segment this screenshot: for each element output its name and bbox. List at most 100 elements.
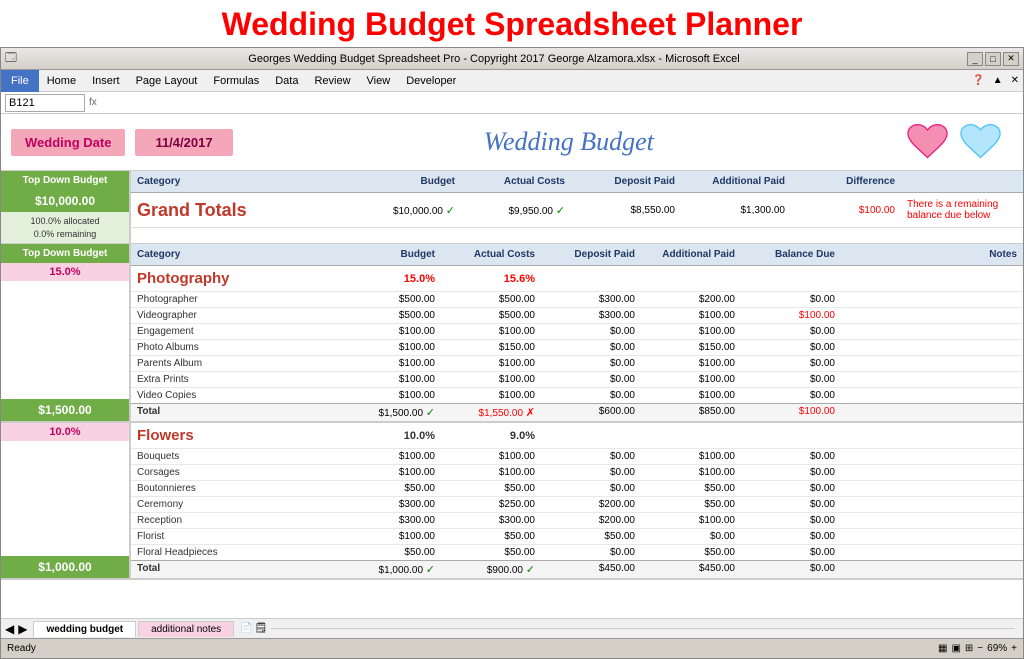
photo-row-5: Parents Album $100.00 $100.00 $0.00 $100… — [131, 355, 1023, 371]
menu-formulas[interactable]: Formulas — [205, 73, 267, 89]
zoom-level: 69% — [987, 643, 1007, 654]
flowers-row-6: Florist $100.00 $50.00 $50.00 $0.00 $0.0… — [131, 528, 1023, 544]
photography-name: Photography — [131, 270, 351, 287]
status-right: ▦ ▣ ⊞ − 69% + — [938, 643, 1017, 654]
flowers-row-7: Floral Headpieces $50.00 $50.00 $0.00 $5… — [131, 544, 1023, 560]
zoom-in-button[interactable]: + — [1011, 643, 1017, 654]
grand-totals-section: Top Down Budget $10,000.00 100.0% alloca… — [1, 170, 1023, 244]
header-deposit: Deposit Paid — [571, 174, 681, 189]
minimize-button[interactable]: _ — [967, 52, 983, 66]
header-notes — [901, 174, 1023, 189]
menu-file[interactable]: File — [1, 70, 39, 92]
flowers-row-2: Corsages $100.00 $100.00 $0.00 $100.00 $… — [131, 464, 1023, 480]
grand-difference-cell: $100.00 — [791, 203, 901, 218]
tab-wedding-budget[interactable]: wedding budget — [33, 621, 136, 637]
view-break-icon[interactable]: ⊞ — [965, 643, 973, 654]
menu-developer[interactable]: Developer — [398, 73, 464, 89]
photo-row-7: Video Copies $100.00 $100.00 $0.00 $100.… — [131, 387, 1023, 403]
ph-cat-header: Category — [131, 247, 351, 262]
flowers-row-4: Ceremony $300.00 $250.00 $200.00 $50.00 … — [131, 496, 1023, 512]
title-bar: 🗔 Georges Wedding Budget Spreadsheet Pro… — [1, 48, 1023, 70]
view-layout-icon[interactable]: ▣ — [951, 643, 960, 654]
ph-actual-header: Actual Costs — [441, 247, 541, 262]
photography-sidebar: Top Down Budget 15.0% $1,500.00 — [1, 244, 131, 421]
menu-page-layout[interactable]: Page Layout — [128, 73, 206, 89]
ph-additional-header: Additional Paid — [641, 247, 741, 262]
flowers-total: Total $1,000.00 ✓ $900.00 ✓ $450.00 $450… — [131, 560, 1023, 578]
actual-checkmark: ✓ — [556, 205, 565, 217]
photo-top-down-label: Top Down Budget — [1, 244, 129, 263]
photography-content: Category Budget Actual Costs Deposit Pai… — [131, 244, 1023, 421]
maximize-button[interactable]: □ — [985, 52, 1001, 66]
minimize-ribbon-icon[interactable]: ▲ — [989, 75, 1007, 86]
hearts — [905, 122, 1003, 162]
photo-row-6: Extra Prints $100.00 $100.00 $0.00 $100.… — [131, 371, 1023, 387]
excel-window: 🗔 Georges Wedding Budget Spreadsheet Pro… — [0, 47, 1024, 659]
tab-nav-right[interactable]: ▶ — [18, 622, 27, 636]
menu-bar: File Home Insert Page Layout Formulas Da… — [1, 70, 1023, 92]
flowers-sidebar-value: $1,000.00 — [1, 556, 129, 578]
view-normal-icon[interactable]: ▦ — [938, 643, 947, 654]
flowers-sidebar: 10.0% $1,000.00 — [1, 423, 131, 578]
menu-insert[interactable]: Insert — [84, 73, 128, 89]
ph-notes-header: Notes — [841, 247, 1023, 262]
sidebar-top-down-label: Top Down Budget — [1, 171, 129, 190]
flowers-name: Flowers — [131, 427, 351, 444]
status-text: Ready — [7, 643, 36, 654]
sidebar-budget-value: $10,000.00 — [1, 190, 129, 212]
flowers-actual-pct: 9.0% — [441, 430, 541, 442]
header-additional: Additional Paid — [681, 174, 791, 189]
title-bar-text: Georges Wedding Budget Spreadsheet Pro -… — [21, 53, 967, 65]
tab-extra-icon[interactable]: 🗒 — [255, 623, 268, 634]
grand-totals-label: Grand Totals — [131, 200, 351, 221]
status-bar: Ready ▦ ▣ ⊞ − 69% + — [1, 638, 1023, 658]
flowers-budget-pct: 10.0% — [351, 430, 441, 442]
sheet-content[interactable]: Wedding Date 11/4/2017 Wedding Budget To… — [1, 114, 1023, 618]
photography-title-row: Photography 15.0% 15.6% — [131, 266, 1023, 291]
zoom-out-button[interactable]: − — [977, 643, 983, 654]
tab-add-icon[interactable]: 📄 — [240, 623, 252, 634]
flowers-content: Flowers 10.0% 9.0% Bouquets $100.00 $100… — [131, 423, 1023, 578]
main-title: Wedding Budget Spreadsheet Planner — [0, 0, 1024, 47]
help-icon[interactable]: ❓ — [968, 75, 988, 86]
grand-totals-content: Category Budget Actual Costs Deposit Pai… — [131, 171, 1023, 243]
menu-data[interactable]: Data — [267, 73, 306, 89]
tab-nav-left[interactable]: ◀ — [5, 622, 14, 636]
menu-review[interactable]: Review — [306, 73, 358, 89]
photo-actual-pct: 15.6% — [441, 273, 541, 285]
flowers-title-row: Flowers 10.0% 9.0% — [131, 423, 1023, 448]
grand-additional-cell: $1,300.00 — [681, 203, 791, 218]
sheet-tabs: ◀ ▶ wedding budget additional notes 📄 🗒 — [1, 618, 1023, 638]
photo-row-2: Videographer $500.00 $500.00 $300.00 $10… — [131, 307, 1023, 323]
menu-home[interactable]: Home — [39, 73, 84, 89]
photo-row-1: Photographer $500.00 $500.00 $300.00 $20… — [131, 291, 1023, 307]
close-ribbon-icon[interactable]: ✕ — [1007, 75, 1023, 86]
ph-deposit-header: Deposit Paid — [541, 247, 641, 262]
formula-icon: fx — [89, 97, 97, 108]
wedding-date-row: Wedding Date 11/4/2017 Wedding Budget — [1, 114, 1023, 170]
header-actual: Actual Costs — [461, 174, 571, 189]
flowers-row-3: Boutonnieres $50.00 $50.00 $0.00 $50.00 … — [131, 480, 1023, 496]
sidebar-allocated: 100.0% allocated 0.0% remaining — [1, 212, 129, 243]
grand-totals-row: Grand Totals $10,000.00 ✓ $9,950.00 ✓ $8… — [131, 193, 1023, 228]
photo-sidebar-value: $1,500.00 — [1, 399, 129, 421]
name-box[interactable] — [5, 94, 85, 112]
grand-budget-cell: $10,000.00 ✓ — [351, 202, 461, 219]
photo-headers: Category Budget Actual Costs Deposit Pai… — [131, 244, 1023, 266]
wedding-date-value: 11/4/2017 — [135, 129, 232, 156]
ph-balance-header: Balance Due — [741, 247, 841, 262]
menu-view[interactable]: View — [359, 73, 399, 89]
grand-totals-headers: Category Budget Actual Costs Deposit Pai… — [131, 171, 1023, 193]
wedding-budget-title: Wedding Budget — [243, 127, 895, 157]
photo-sidebar-percent: 15.0% — [1, 263, 129, 281]
heart-icon-2 — [958, 122, 1003, 162]
tab-additional-notes[interactable]: additional notes — [138, 621, 234, 637]
ph-budget-header: Budget — [351, 247, 441, 262]
header-difference: Difference — [791, 174, 901, 189]
grand-deposit-cell: $8,550.00 — [571, 203, 681, 218]
title-bar-buttons: _ □ ✕ — [967, 52, 1019, 66]
grand-actual-cell: $9,950.00 ✓ — [461, 202, 571, 219]
formula-input[interactable] — [101, 96, 1019, 110]
close-button[interactable]: ✕ — [1003, 52, 1019, 66]
wedding-date-label: Wedding Date — [11, 129, 125, 156]
